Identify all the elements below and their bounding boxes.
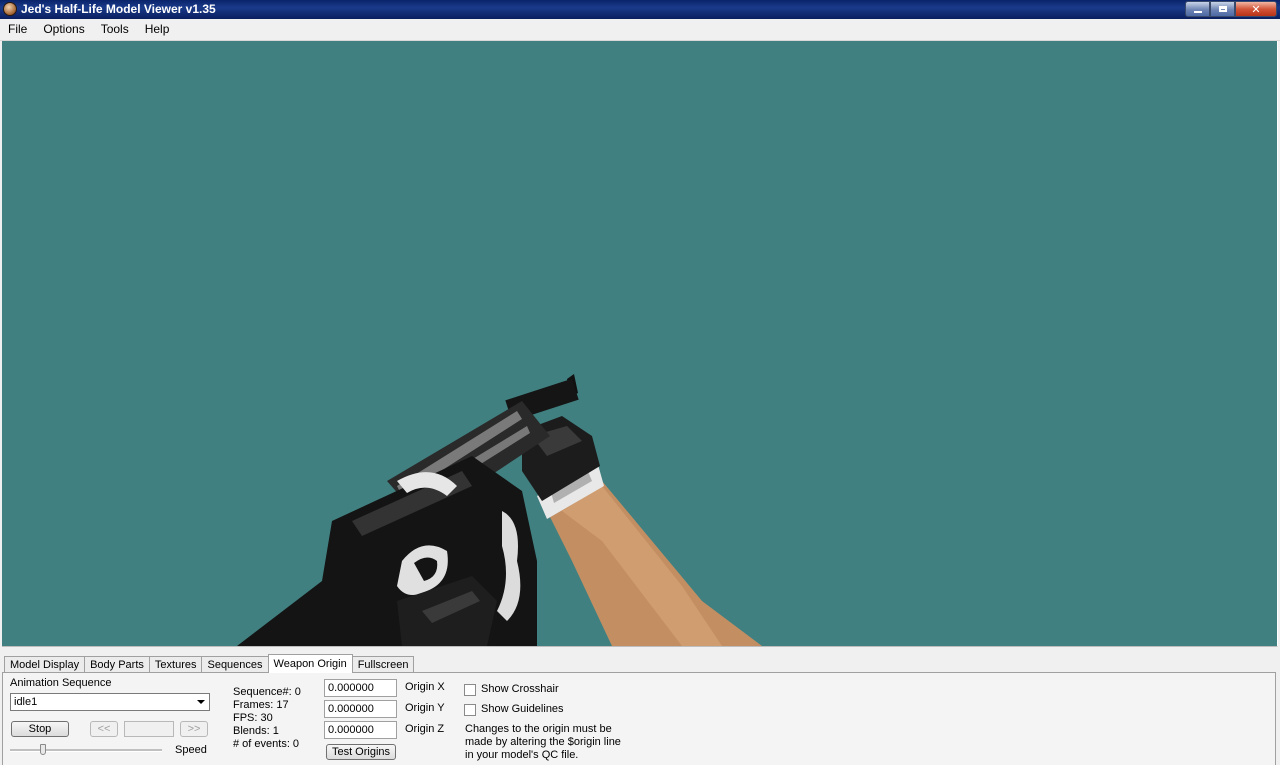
tab-bar: Model Display Body Parts Textures Sequen… bbox=[4, 654, 415, 673]
window-controls: ✕ bbox=[1185, 1, 1277, 17]
events-count: # of events: 0 bbox=[233, 738, 300, 750]
menu-help[interactable]: Help bbox=[137, 19, 178, 40]
close-button[interactable]: ✕ bbox=[1235, 1, 1277, 17]
show-guidelines-label[interactable]: Show Guidelines bbox=[481, 703, 564, 715]
app-icon[interactable] bbox=[3, 2, 17, 16]
speed-label: Speed bbox=[175, 744, 207, 756]
animation-sequence-select[interactable]: idle1 bbox=[10, 693, 210, 711]
origin-note-line-3: in your model's QC file. bbox=[465, 749, 579, 761]
tab-sequences[interactable]: Sequences bbox=[201, 656, 269, 672]
stop-button[interactable]: Stop bbox=[11, 721, 69, 737]
next-frame-button[interactable]: >> bbox=[180, 721, 208, 737]
tab-fullscreen[interactable]: Fullscreen bbox=[351, 656, 415, 672]
origin-x-label: Origin X bbox=[405, 681, 445, 693]
tab-model-display[interactable]: Model Display bbox=[4, 656, 86, 672]
test-origins-button[interactable]: Test Origins bbox=[326, 744, 396, 760]
maximize-button[interactable] bbox=[1210, 1, 1235, 17]
show-crosshair-label[interactable]: Show Crosshair bbox=[481, 683, 559, 695]
origin-note-line-2: made by altering the $origin line bbox=[465, 736, 621, 748]
frames-count: Frames: 17 bbox=[233, 699, 289, 711]
maximize-icon bbox=[1218, 6, 1227, 12]
show-guidelines-checkbox[interactable] bbox=[464, 704, 476, 716]
close-icon: ✕ bbox=[1251, 3, 1261, 16]
title-bar: Jed's Half-Life Model Viewer v1.35 ✕ bbox=[0, 0, 1280, 19]
animation-sequence-value: idle1 bbox=[14, 696, 38, 708]
weapon-origin-panel: Animation Sequence idle1 Stop << >> Spee… bbox=[2, 672, 1276, 765]
frame-field[interactable] bbox=[124, 721, 174, 737]
show-crosshair-checkbox[interactable] bbox=[464, 684, 476, 696]
sequence-number: Sequence#: 0 bbox=[233, 686, 301, 698]
weapon-model-render bbox=[237, 374, 762, 646]
menu-file[interactable]: File bbox=[0, 19, 35, 40]
window-title: Jed's Half-Life Model Viewer v1.35 bbox=[21, 2, 216, 16]
tab-weapon-origin[interactable]: Weapon Origin bbox=[267, 654, 353, 673]
tab-body-parts[interactable]: Body Parts bbox=[84, 656, 150, 672]
blends-count: Blends: 1 bbox=[233, 725, 279, 737]
origin-y-input[interactable]: 0.000000 bbox=[324, 700, 397, 718]
menu-tools[interactable]: Tools bbox=[93, 19, 137, 40]
animation-sequence-label: Animation Sequence bbox=[10, 677, 112, 689]
menu-bar: File Options Tools Help bbox=[0, 19, 1280, 41]
menu-options[interactable]: Options bbox=[35, 19, 92, 40]
minimize-icon bbox=[1193, 11, 1202, 13]
origin-z-input[interactable]: 0.000000 bbox=[324, 721, 397, 739]
control-panel: Model Display Body Parts Textures Sequen… bbox=[0, 648, 1280, 765]
origin-z-label: Origin Z bbox=[405, 723, 445, 735]
fps-value: FPS: 30 bbox=[233, 712, 273, 724]
origin-note-line-1: Changes to the origin must be bbox=[465, 723, 612, 735]
tab-textures[interactable]: Textures bbox=[148, 656, 203, 672]
speed-slider-track[interactable] bbox=[10, 749, 162, 752]
origin-x-input[interactable]: 0.000000 bbox=[324, 679, 397, 697]
previous-frame-button[interactable]: << bbox=[90, 721, 118, 737]
minimize-button[interactable] bbox=[1185, 1, 1210, 17]
origin-y-label: Origin Y bbox=[405, 702, 445, 714]
model-viewport[interactable] bbox=[2, 41, 1278, 647]
chevron-down-icon bbox=[197, 700, 205, 704]
speed-slider-thumb[interactable] bbox=[40, 744, 46, 755]
